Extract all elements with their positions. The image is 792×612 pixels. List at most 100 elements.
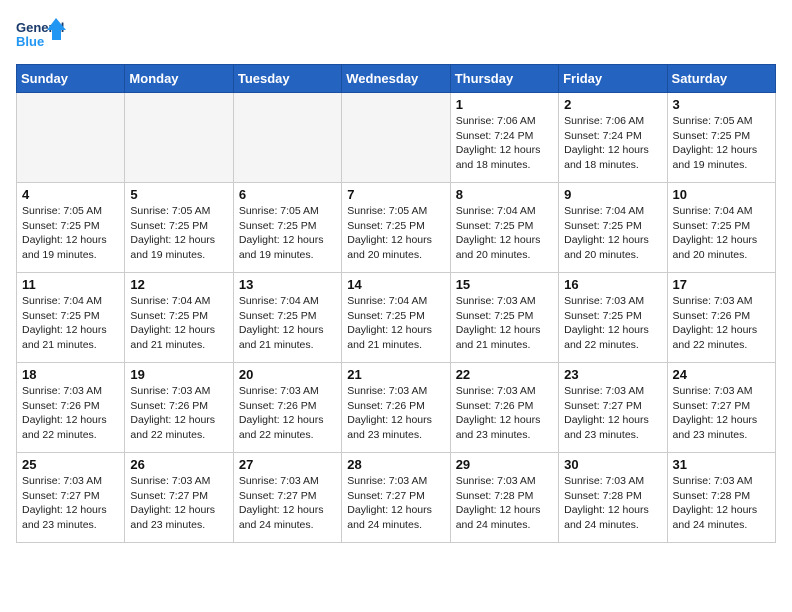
day-number: 9 bbox=[564, 187, 661, 202]
calendar-week-3: 11 Sunrise: 7:04 AM Sunset: 7:25 PM Dayli… bbox=[17, 273, 776, 363]
day-number: 26 bbox=[130, 457, 227, 472]
day-number: 2 bbox=[564, 97, 661, 112]
day-number: 4 bbox=[22, 187, 119, 202]
day-number: 22 bbox=[456, 367, 553, 382]
calendar-cell: 23 Sunrise: 7:03 AM Sunset: 7:27 PM Dayli… bbox=[559, 363, 667, 453]
calendar-week-2: 4 Sunrise: 7:05 AM Sunset: 7:25 PM Daylig… bbox=[17, 183, 776, 273]
svg-text:Blue: Blue bbox=[16, 34, 44, 49]
day-info: Sunrise: 7:03 AM Sunset: 7:27 PM Dayligh… bbox=[673, 384, 770, 443]
day-info: Sunrise: 7:03 AM Sunset: 7:27 PM Dayligh… bbox=[22, 474, 119, 533]
day-number: 21 bbox=[347, 367, 444, 382]
day-number: 12 bbox=[130, 277, 227, 292]
calendar-cell: 2 Sunrise: 7:06 AM Sunset: 7:24 PM Daylig… bbox=[559, 93, 667, 183]
day-info: Sunrise: 7:03 AM Sunset: 7:27 PM Dayligh… bbox=[130, 474, 227, 533]
day-info: Sunrise: 7:03 AM Sunset: 7:28 PM Dayligh… bbox=[673, 474, 770, 533]
calendar-table: SundayMondayTuesdayWednesdayThursdayFrid… bbox=[16, 64, 776, 543]
calendar-cell: 12Sunrise: 7:04 AM Sunset: 7:25 PM Dayli… bbox=[125, 273, 233, 363]
day-info: Sunrise: 7:03 AM Sunset: 7:27 PM Dayligh… bbox=[564, 384, 661, 443]
day-number: 19 bbox=[130, 367, 227, 382]
day-info: Sunrise: 7:05 AM Sunset: 7:25 PM Dayligh… bbox=[130, 204, 227, 263]
day-info: Sunrise: 7:04 AM Sunset: 7:25 PM Dayligh… bbox=[347, 294, 444, 353]
day-info: Sunrise: 7:05 AM Sunset: 7:25 PM Dayligh… bbox=[347, 204, 444, 263]
day-number: 10 bbox=[673, 187, 770, 202]
calendar-cell: 14 Sunrise: 7:04 AM Sunset: 7:25 PM Dayli… bbox=[342, 273, 450, 363]
day-number: 1 bbox=[456, 97, 553, 112]
day-info: Sunrise: 7:03 AM Sunset: 7:26 PM Dayligh… bbox=[673, 294, 770, 353]
calendar-cell: 31 Sunrise: 7:03 AM Sunset: 7:28 PM Dayli… bbox=[667, 453, 775, 543]
calendar-cell: 11 Sunrise: 7:04 AM Sunset: 7:25 PM Dayli… bbox=[17, 273, 125, 363]
logo-svg: GeneralBlue bbox=[16, 16, 66, 56]
calendar-week-4: 18Sunrise: 7:03 AM Sunset: 7:26 PM Dayli… bbox=[17, 363, 776, 453]
calendar-cell: 16 Sunrise: 7:03 AM Sunset: 7:25 PM Dayli… bbox=[559, 273, 667, 363]
day-number: 7 bbox=[347, 187, 444, 202]
calendar-week-5: 25 Sunrise: 7:03 AM Sunset: 7:27 PM Dayli… bbox=[17, 453, 776, 543]
calendar-cell: 15 Sunrise: 7:03 AM Sunset: 7:25 PM Dayli… bbox=[450, 273, 558, 363]
day-number: 28 bbox=[347, 457, 444, 472]
day-info: Sunrise: 7:03 AM Sunset: 7:25 PM Dayligh… bbox=[456, 294, 553, 353]
day-info: Sunrise: 7:04 AM Sunset: 7:25 PM Dayligh… bbox=[456, 204, 553, 263]
weekday-header-thursday: Thursday bbox=[450, 65, 558, 93]
calendar-cell: 8 Sunrise: 7:04 AM Sunset: 7:25 PM Daylig… bbox=[450, 183, 558, 273]
day-number: 20 bbox=[239, 367, 336, 382]
day-info: Sunrise: 7:06 AM Sunset: 7:24 PM Dayligh… bbox=[564, 114, 661, 173]
weekday-header-saturday: Saturday bbox=[667, 65, 775, 93]
day-number: 31 bbox=[673, 457, 770, 472]
weekday-header-sunday: Sunday bbox=[17, 65, 125, 93]
day-info: Sunrise: 7:04 AM Sunset: 7:25 PM Dayligh… bbox=[673, 204, 770, 263]
calendar-cell: 20Sunrise: 7:03 AM Sunset: 7:26 PM Dayli… bbox=[233, 363, 341, 453]
calendar-cell: 10 Sunrise: 7:04 AM Sunset: 7:25 PM Dayli… bbox=[667, 183, 775, 273]
day-info: Sunrise: 7:03 AM Sunset: 7:26 PM Dayligh… bbox=[22, 384, 119, 443]
day-number: 29 bbox=[456, 457, 553, 472]
calendar-cell: 27Sunrise: 7:03 AM Sunset: 7:27 PM Dayli… bbox=[233, 453, 341, 543]
calendar-cell bbox=[125, 93, 233, 183]
calendar-cell: 5 Sunrise: 7:05 AM Sunset: 7:25 PM Daylig… bbox=[125, 183, 233, 273]
day-info: Sunrise: 7:05 AM Sunset: 7:25 PM Dayligh… bbox=[22, 204, 119, 263]
calendar-cell: 3Sunrise: 7:05 AM Sunset: 7:25 PM Daylig… bbox=[667, 93, 775, 183]
day-info: Sunrise: 7:03 AM Sunset: 7:26 PM Dayligh… bbox=[130, 384, 227, 443]
day-info: Sunrise: 7:03 AM Sunset: 7:25 PM Dayligh… bbox=[564, 294, 661, 353]
calendar-cell bbox=[342, 93, 450, 183]
day-number: 25 bbox=[22, 457, 119, 472]
calendar-cell: 18Sunrise: 7:03 AM Sunset: 7:26 PM Dayli… bbox=[17, 363, 125, 453]
day-info: Sunrise: 7:03 AM Sunset: 7:28 PM Dayligh… bbox=[564, 474, 661, 533]
calendar-cell: 25 Sunrise: 7:03 AM Sunset: 7:27 PM Dayli… bbox=[17, 453, 125, 543]
day-number: 30 bbox=[564, 457, 661, 472]
calendar-cell: 6 Sunrise: 7:05 AM Sunset: 7:25 PM Daylig… bbox=[233, 183, 341, 273]
day-number: 6 bbox=[239, 187, 336, 202]
day-info: Sunrise: 7:03 AM Sunset: 7:28 PM Dayligh… bbox=[456, 474, 553, 533]
day-info: Sunrise: 7:03 AM Sunset: 7:27 PM Dayligh… bbox=[347, 474, 444, 533]
day-info: Sunrise: 7:06 AM Sunset: 7:24 PM Dayligh… bbox=[456, 114, 553, 173]
day-info: Sunrise: 7:04 AM Sunset: 7:25 PM Dayligh… bbox=[22, 294, 119, 353]
calendar-cell: 30 Sunrise: 7:03 AM Sunset: 7:28 PM Dayli… bbox=[559, 453, 667, 543]
day-number: 5 bbox=[130, 187, 227, 202]
page-header: GeneralBlue bbox=[16, 16, 776, 56]
calendar-cell: 1 Sunrise: 7:06 AM Sunset: 7:24 PM Daylig… bbox=[450, 93, 558, 183]
weekday-header-tuesday: Tuesday bbox=[233, 65, 341, 93]
logo: GeneralBlue bbox=[16, 16, 66, 56]
calendar-cell: 19 Sunrise: 7:03 AM Sunset: 7:26 PM Dayli… bbox=[125, 363, 233, 453]
day-number: 13 bbox=[239, 277, 336, 292]
day-number: 16 bbox=[564, 277, 661, 292]
weekday-header-wednesday: Wednesday bbox=[342, 65, 450, 93]
day-number: 14 bbox=[347, 277, 444, 292]
calendar-cell: 17 Sunrise: 7:03 AM Sunset: 7:26 PM Dayli… bbox=[667, 273, 775, 363]
weekday-header-monday: Monday bbox=[125, 65, 233, 93]
weekday-header-friday: Friday bbox=[559, 65, 667, 93]
calendar-cell: 22 Sunrise: 7:03 AM Sunset: 7:26 PM Dayli… bbox=[450, 363, 558, 453]
calendar-cell bbox=[17, 93, 125, 183]
day-info: Sunrise: 7:03 AM Sunset: 7:26 PM Dayligh… bbox=[456, 384, 553, 443]
calendar-cell: 24 Sunrise: 7:03 AM Sunset: 7:27 PM Dayli… bbox=[667, 363, 775, 453]
calendar-cell: 21Sunrise: 7:03 AM Sunset: 7:26 PM Dayli… bbox=[342, 363, 450, 453]
day-number: 15 bbox=[456, 277, 553, 292]
day-info: Sunrise: 7:05 AM Sunset: 7:25 PM Dayligh… bbox=[673, 114, 770, 173]
day-number: 24 bbox=[673, 367, 770, 382]
day-number: 8 bbox=[456, 187, 553, 202]
calendar-cell: 13Sunrise: 7:04 AM Sunset: 7:25 PM Dayli… bbox=[233, 273, 341, 363]
day-number: 17 bbox=[673, 277, 770, 292]
calendar-cell: 9Sunrise: 7:04 AM Sunset: 7:25 PM Daylig… bbox=[559, 183, 667, 273]
day-number: 23 bbox=[564, 367, 661, 382]
day-info: Sunrise: 7:05 AM Sunset: 7:25 PM Dayligh… bbox=[239, 204, 336, 263]
calendar-cell bbox=[233, 93, 341, 183]
day-number: 11 bbox=[22, 277, 119, 292]
calendar-cell: 4 Sunrise: 7:05 AM Sunset: 7:25 PM Daylig… bbox=[17, 183, 125, 273]
